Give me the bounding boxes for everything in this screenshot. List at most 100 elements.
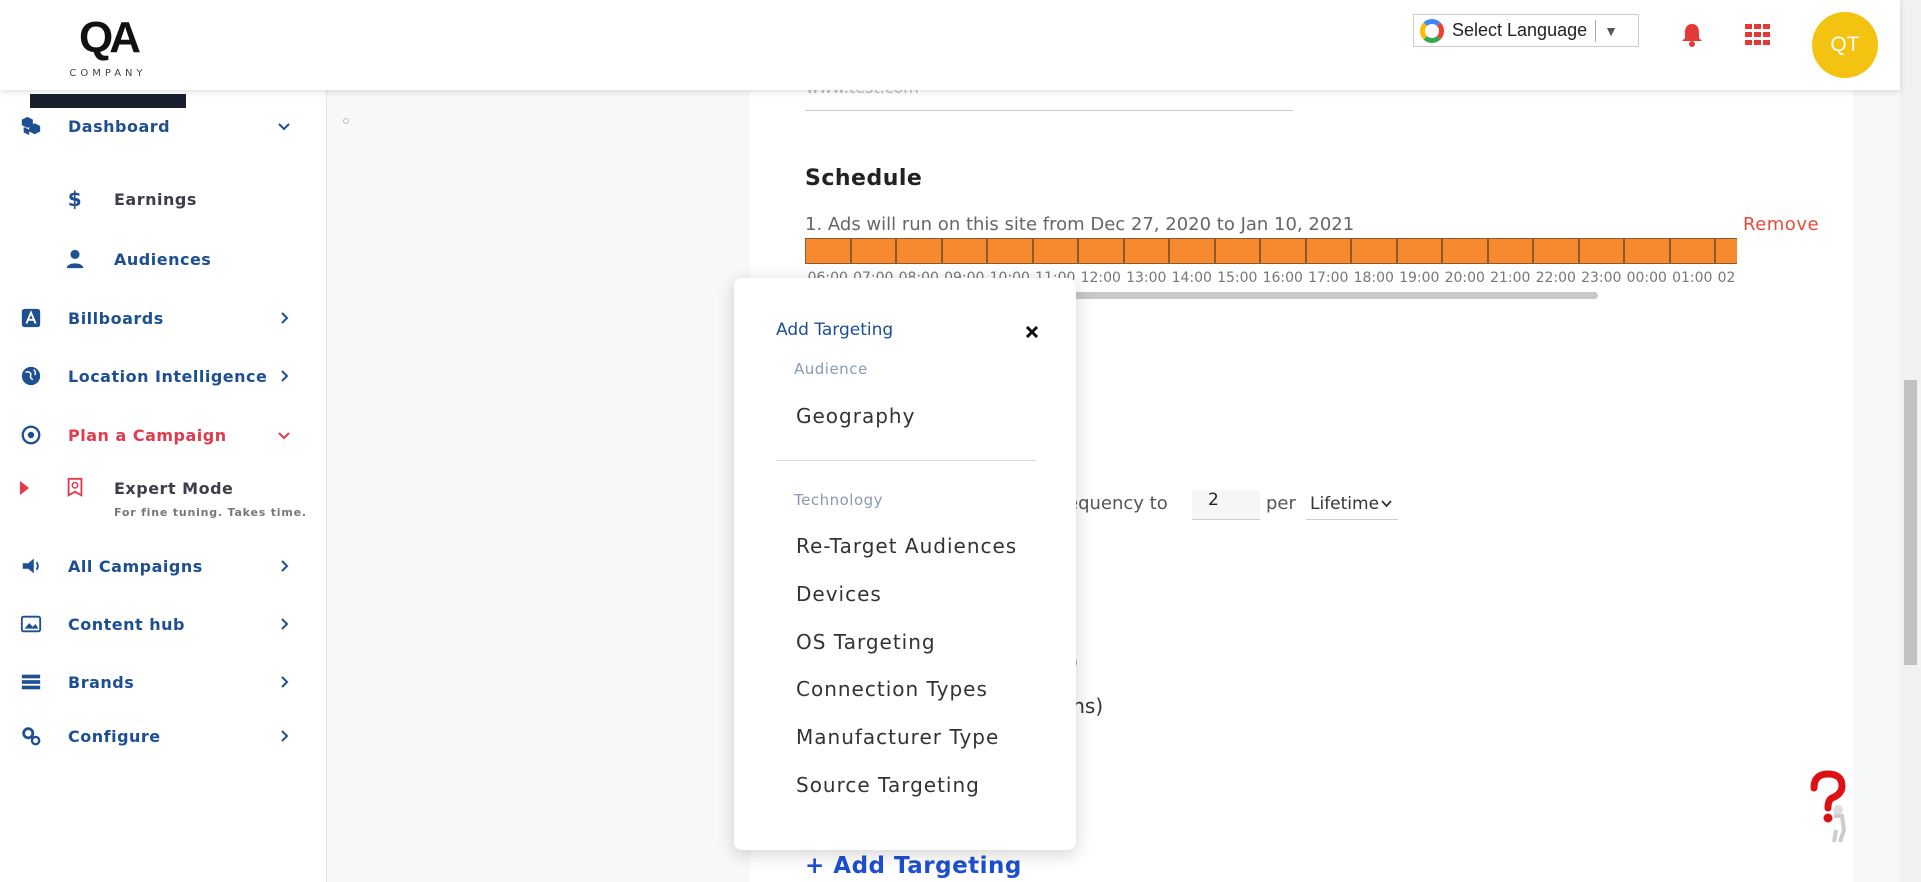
- remove-schedule-link[interactable]: Remove: [1743, 214, 1819, 235]
- sidebar-item-plan-a-campaign[interactable]: Plan a Campaign: [0, 415, 327, 455]
- hour-slot[interactable]: [1214, 238, 1260, 264]
- chevron-right-icon: [281, 370, 289, 382]
- dropdown-arrow-icon: ▼: [1604, 22, 1618, 39]
- hour-label: 12:00: [1080, 270, 1121, 286]
- hour-slot[interactable]: [1396, 238, 1442, 264]
- popup-title: Add Targeting: [776, 320, 894, 340]
- hour-slot[interactable]: [1624, 238, 1670, 264]
- hour-slot[interactable]: [1578, 238, 1624, 264]
- hour-slots-bar: [805, 238, 1737, 264]
- hour-slot[interactable]: [1442, 238, 1488, 264]
- hour-label: 02:00: [1717, 270, 1737, 286]
- notification-bell-icon[interactable]: [1680, 22, 1704, 48]
- option-geography[interactable]: Geography: [796, 404, 915, 428]
- apps-grid-icon[interactable]: [1745, 24, 1771, 46]
- hour-slot[interactable]: [1260, 238, 1306, 264]
- hour-slot[interactable]: [1351, 238, 1397, 264]
- sidebar-item-label: Content hub: [68, 614, 185, 634]
- hour-slot[interactable]: [1487, 238, 1533, 264]
- sidebar-item-audiences[interactable]: Audiences: [0, 239, 327, 279]
- chevron-down-icon: [278, 123, 290, 131]
- chevron-right-icon: [281, 560, 289, 572]
- per-label: per: [1266, 493, 1296, 514]
- user-avatar[interactable]: QT: [1812, 12, 1878, 78]
- hour-label: 22:00: [1535, 270, 1576, 286]
- hour-label: 13:00: [1126, 270, 1167, 286]
- group-label-audience: Audience: [794, 360, 868, 378]
- hour-slot[interactable]: [805, 238, 851, 264]
- option-os-targeting[interactable]: OS Targeting: [796, 630, 936, 654]
- option-source-targeting[interactable]: Source Targeting: [796, 773, 980, 797]
- sidebar-item-label: Dashboard: [68, 116, 171, 136]
- hour-slot[interactable]: [1305, 238, 1351, 264]
- hour-slot[interactable]: [1715, 238, 1737, 264]
- sidebar-item-brands[interactable]: Brands: [0, 662, 327, 702]
- add-targeting-popup: Add Targeting Audience Geography Technol…: [734, 278, 1076, 850]
- hour-slot[interactable]: [896, 238, 942, 264]
- hour-label: 01:00: [1672, 270, 1713, 286]
- billboard-icon: [21, 308, 41, 328]
- google-icon: [1420, 18, 1444, 43]
- page-scrollbar-thumb[interactable]: [1904, 380, 1917, 665]
- chevron-right-icon: [281, 312, 289, 324]
- hour-slot[interactable]: [1032, 238, 1078, 264]
- language-select[interactable]: Select Language ▼: [1413, 14, 1639, 47]
- sidebar-item-dashboard[interactable]: Dashboard: [0, 106, 327, 146]
- language-select-label: Select Language: [1452, 20, 1588, 40]
- hour-slot[interactable]: [1669, 238, 1715, 264]
- hour-slot[interactable]: [1533, 238, 1579, 264]
- logo-banner-strip: [30, 94, 186, 108]
- chevron-down-icon: [278, 432, 290, 440]
- sidebar-item-all-campaigns[interactable]: All Campaigns: [0, 546, 327, 586]
- frequency-label: requency to: [1060, 493, 1168, 514]
- sidebar-item-billboards[interactable]: Billboards: [0, 298, 327, 338]
- active-indicator-icon: [20, 481, 29, 495]
- hour-slot[interactable]: [941, 238, 987, 264]
- globe-icon: [21, 366, 41, 386]
- logo-mark: QA: [79, 13, 141, 62]
- sidebar-item-expert-mode[interactable]: Expert Mode: [0, 468, 327, 508]
- help-question-icon[interactable]: [1800, 770, 1850, 844]
- company-logo[interactable]: QA COMPANY: [30, 14, 186, 108]
- popup-divider: [776, 460, 1036, 461]
- dollar-icon: $: [67, 187, 83, 211]
- sidebar-item-label: Billboards: [68, 308, 164, 328]
- frequency-input[interactable]: 2: [1192, 490, 1260, 520]
- add-targeting-link[interactable]: + Add Targeting: [805, 853, 1022, 879]
- sidebar-item-earnings[interactable]: $ Earnings: [0, 179, 327, 219]
- hour-slot[interactable]: [987, 238, 1033, 264]
- hour-label: 16:00: [1262, 270, 1303, 286]
- hours-scrollbar[interactable]: [1060, 292, 1598, 299]
- hour-slot[interactable]: [1169, 238, 1215, 264]
- chevron-right-icon: [281, 618, 289, 630]
- cubes-icon: [21, 116, 41, 136]
- option-re-target-audiences[interactable]: Re-Target Audiences: [796, 534, 1017, 558]
- megaphone-icon: [22, 558, 39, 574]
- close-icon[interactable]: [1024, 324, 1040, 340]
- logo-subtitle: COMPANY: [69, 68, 147, 79]
- sidebar-item-location-intelligence[interactable]: Location Intelligence: [0, 356, 327, 396]
- frequency-period-value: Lifetime: [1310, 494, 1380, 514]
- group-label-technology: Technology: [794, 491, 884, 509]
- top-header: QA COMPANY Select Language ▼ QT: [0, 0, 1900, 108]
- sidebar-item-label: Brands: [68, 672, 135, 692]
- sidebar-item-content-hub[interactable]: Content hub: [0, 604, 327, 644]
- hour-label: 23:00: [1581, 270, 1622, 286]
- hour-label: 19:00: [1399, 270, 1440, 286]
- hour-label: 17:00: [1308, 270, 1349, 286]
- gears-icon: [22, 727, 41, 746]
- option-devices[interactable]: Devices: [796, 582, 882, 606]
- user-icon: [66, 249, 84, 269]
- sidebar-item-configure[interactable]: Configure: [0, 716, 327, 756]
- list-icon: [21, 674, 41, 690]
- option-manufacturer-type[interactable]: Manufacturer Type: [796, 725, 999, 749]
- sidebar: Dashboard $ Earnings Audiences Billboard…: [0, 90, 327, 882]
- hour-label: 15:00: [1217, 270, 1258, 286]
- option-connection-types[interactable]: Connection Types: [796, 677, 988, 701]
- hour-slot[interactable]: [1123, 238, 1169, 264]
- chevron-right-icon: [281, 730, 289, 742]
- hour-slot[interactable]: [1078, 238, 1124, 264]
- badge-icon: [67, 477, 83, 497]
- hour-slot[interactable]: [850, 238, 896, 264]
- frequency-period-select[interactable]: Lifetime: [1306, 488, 1398, 520]
